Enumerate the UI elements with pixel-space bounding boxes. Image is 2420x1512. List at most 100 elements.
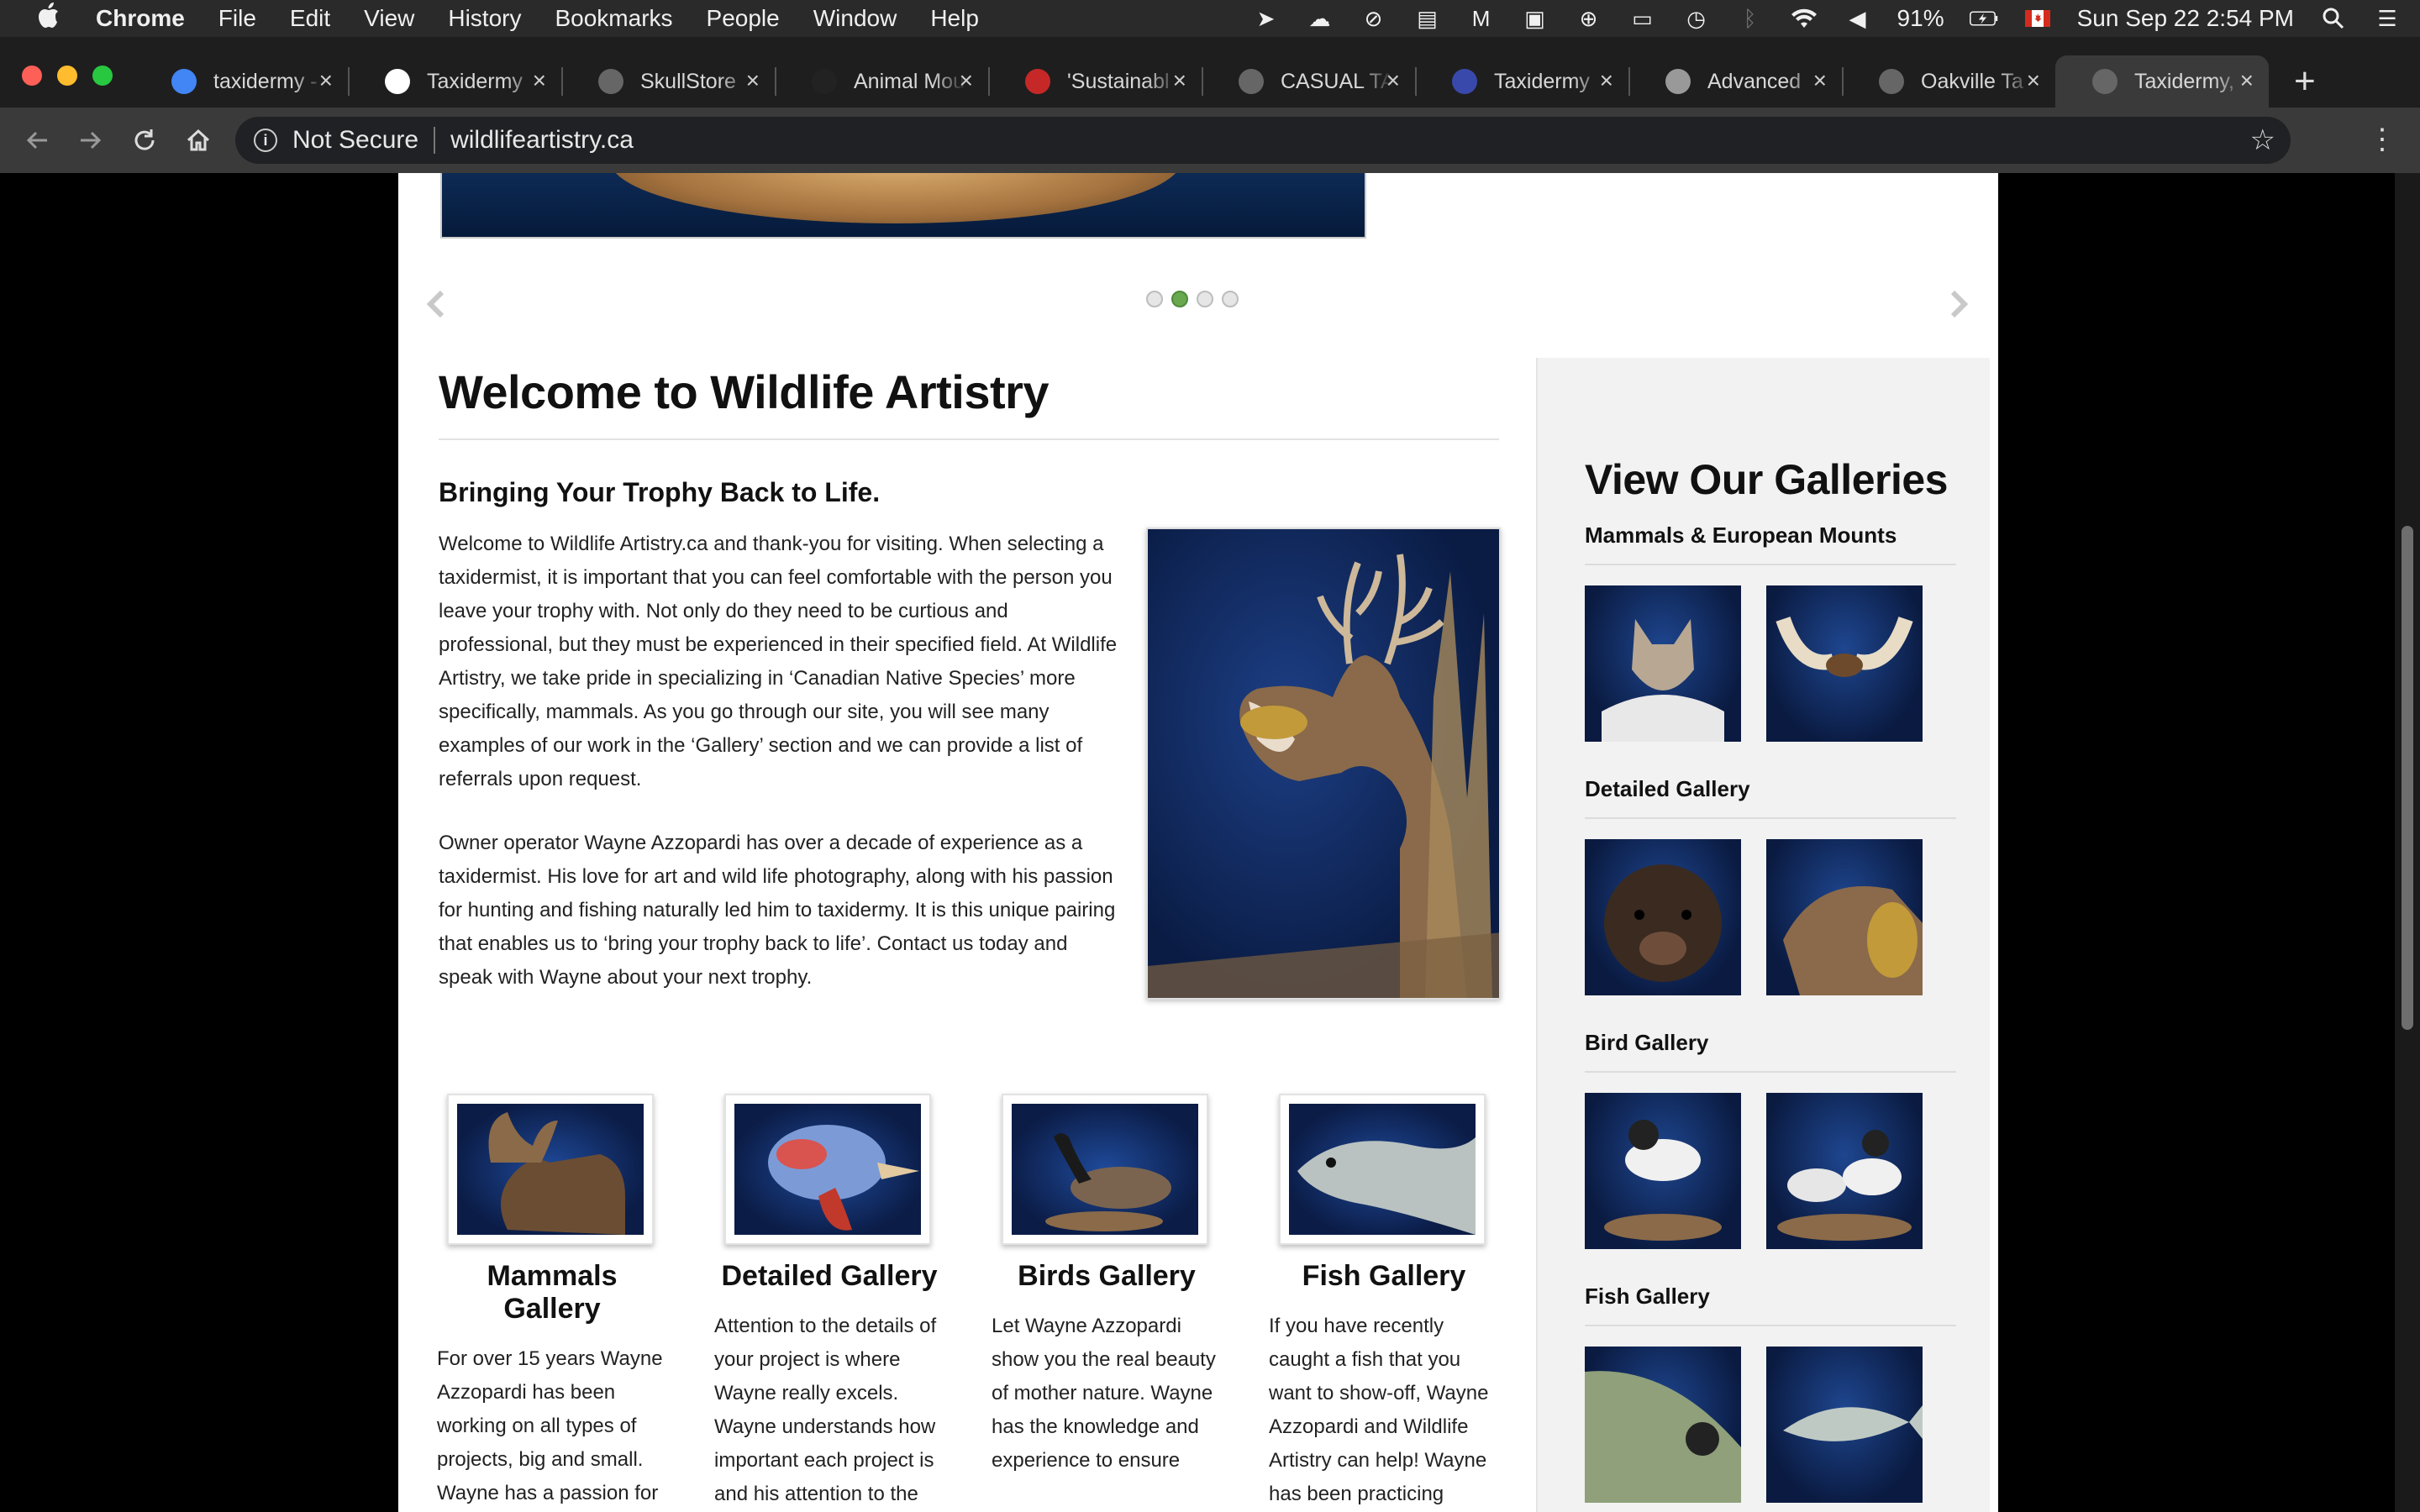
- scrollbar-thumb[interactable]: [2402, 526, 2413, 1030]
- notification-center-icon[interactable]: ☰: [2373, 6, 2402, 31]
- close-tab-icon[interactable]: ×: [533, 67, 546, 94]
- pockity-icon[interactable]: ▣: [1521, 6, 1549, 31]
- duck-pair-thumbnail[interactable]: [1766, 1093, 1923, 1249]
- coyote-thumbnail[interactable]: [1585, 585, 1741, 742]
- birds-card-title[interactable]: Birds Gallery: [993, 1260, 1220, 1293]
- sidebar-section-title[interactable]: Fish Gallery: [1585, 1284, 1956, 1310]
- browser-tab[interactable]: Advanced ×: [1628, 55, 1842, 108]
- bookmark-star-icon[interactable]: ☆: [2250, 123, 2275, 157]
- browser-tab[interactable]: Taxidermy ×: [348, 55, 561, 108]
- menu-file[interactable]: File: [218, 5, 256, 32]
- slider-dot[interactable]: [1146, 291, 1163, 307]
- browser-tab[interactable]: Animal Mou ×: [775, 55, 988, 108]
- airplay-icon[interactable]: ▭: [1628, 6, 1657, 31]
- reload-button[interactable]: [128, 123, 161, 157]
- browser-tab[interactable]: Taxidermy, ×: [2055, 55, 2269, 108]
- birds-card-image[interactable]: [1002, 1094, 1208, 1245]
- close-tab-icon[interactable]: ×: [960, 67, 973, 94]
- slider-pagination: [1146, 291, 1239, 307]
- wifi-icon[interactable]: [1790, 6, 1818, 31]
- browser-tab[interactable]: CASUAL TA ×: [1202, 55, 1415, 108]
- mammals-card-image[interactable]: [447, 1094, 654, 1245]
- deer-closeup-thumbnail[interactable]: [1766, 839, 1923, 995]
- detailed-card-image[interactable]: [724, 1094, 931, 1245]
- sidebar-section-detailed: Detailed Gallery: [1585, 776, 1956, 995]
- close-tab-icon[interactable]: ×: [1813, 67, 1827, 94]
- sidebar-section-title[interactable]: Detailed Gallery: [1585, 776, 1956, 802]
- slider-dot[interactable]: [1197, 291, 1213, 307]
- home-button[interactable]: [182, 123, 215, 157]
- close-tab-icon[interactable]: ×: [1173, 67, 1186, 94]
- detailed-card-title[interactable]: Detailed Gallery: [716, 1260, 943, 1293]
- bear-thumbnail[interactable]: [1585, 839, 1741, 995]
- mammals-card-title[interactable]: Mammals Gallery: [439, 1260, 666, 1326]
- menu-bookmarks[interactable]: Bookmarks: [555, 5, 672, 32]
- site-info-icon[interactable]: i: [254, 129, 277, 152]
- close-tab-icon[interactable]: ×: [1600, 67, 1613, 94]
- sidebar-section-title[interactable]: Bird Gallery: [1585, 1030, 1956, 1056]
- address-divider: [434, 127, 436, 154]
- globe-icon: [598, 69, 623, 94]
- forward-button[interactable]: [74, 123, 108, 157]
- spotlight-search-icon[interactable]: [2319, 6, 2348, 31]
- menu-edit[interactable]: Edit: [290, 5, 330, 32]
- close-tab-icon[interactable]: ×: [319, 67, 333, 94]
- location-arrow-icon[interactable]: ➤: [1252, 6, 1281, 31]
- volume-icon[interactable]: ◀: [1844, 6, 1872, 31]
- web-viewport: Welcome to Wildlife Artistry Bringing Yo…: [0, 173, 2420, 1512]
- close-window-button[interactable]: [22, 66, 42, 86]
- security-label[interactable]: Not Secure: [292, 126, 418, 155]
- accessibility-icon[interactable]: ⊕: [1575, 6, 1603, 31]
- time-machine-icon[interactable]: ◷: [1682, 6, 1711, 31]
- sidebar-section-title[interactable]: Mammals & European Mounts: [1585, 522, 1956, 549]
- close-tab-icon[interactable]: ×: [2240, 67, 2254, 94]
- duck-thumbnail[interactable]: [1585, 1093, 1741, 1249]
- fish-card-image[interactable]: [1279, 1094, 1486, 1245]
- battery-charging-icon[interactable]: [1969, 6, 1998, 31]
- slider-next-arrow[interactable]: [1941, 287, 1975, 321]
- minimize-window-button[interactable]: [57, 66, 77, 86]
- menu-app-name[interactable]: Chrome: [96, 5, 185, 32]
- slider-dot[interactable]: [1222, 291, 1239, 307]
- hero-slider-image[interactable]: [440, 173, 1366, 239]
- address-bar[interactable]: i Not Secure wildlifeartistry.ca ☆: [235, 117, 2291, 164]
- turkey-head-photo: [734, 1104, 921, 1235]
- page-scrollbar[interactable]: [2395, 173, 2420, 1512]
- tab-separator: [1415, 67, 1417, 96]
- malwarebytes-icon[interactable]: M: [1467, 6, 1496, 31]
- menu-view[interactable]: View: [364, 5, 414, 32]
- apple-icon[interactable]: [32, 2, 66, 35]
- tab-separator: [1842, 67, 1844, 96]
- menu-history[interactable]: History: [448, 5, 521, 32]
- menu-help[interactable]: Help: [930, 5, 979, 32]
- bass-thumbnail[interactable]: [1585, 1347, 1741, 1503]
- browser-tab[interactable]: Oakville Ta ×: [1842, 55, 2055, 108]
- menubar-datetime[interactable]: Sun Sep 22 2:54 PM: [2077, 5, 2294, 32]
- chrome-menu-icon[interactable]: ⋮: [2368, 123, 2396, 156]
- url-text[interactable]: wildlifeartistry.ca: [450, 126, 634, 155]
- fish-card-title[interactable]: Fish Gallery: [1270, 1260, 1497, 1293]
- close-tab-icon[interactable]: ×: [1386, 67, 1400, 94]
- browser-tab[interactable]: SkullStore ×: [561, 55, 775, 108]
- menu-people[interactable]: People: [707, 5, 780, 32]
- slider-dot[interactable]: [1171, 291, 1188, 307]
- trout-thumbnail[interactable]: [1766, 1347, 1923, 1503]
- menu-window[interactable]: Window: [813, 5, 897, 32]
- browser-tab[interactable]: taxidermy - ×: [134, 55, 348, 108]
- circle-slash-icon[interactable]: ⊘: [1360, 6, 1388, 31]
- close-tab-icon[interactable]: ×: [746, 67, 760, 94]
- creative-cloud-icon[interactable]: ☁: [1306, 6, 1334, 31]
- new-tab-button[interactable]: +: [2294, 60, 2316, 102]
- bluetooth-icon[interactable]: ᛒ: [1736, 6, 1765, 31]
- back-button[interactable]: [20, 123, 54, 157]
- canada-flag-icon[interactable]: [2023, 6, 2052, 31]
- moose-antler-thumbnail[interactable]: [1766, 585, 1923, 742]
- title-divider: [439, 438, 1499, 440]
- browser-tab[interactable]: 'Sustainabl ×: [988, 55, 1202, 108]
- printer-icon[interactable]: ▤: [1413, 6, 1442, 31]
- browser-tab[interactable]: Taxidermy ×: [1415, 55, 1628, 108]
- close-tab-icon[interactable]: ×: [2027, 67, 2040, 94]
- zoom-window-button[interactable]: [92, 66, 113, 86]
- sidebar-section-bird: Bird Gallery: [1585, 1030, 1956, 1249]
- slider-prev-arrow[interactable]: [420, 287, 454, 321]
